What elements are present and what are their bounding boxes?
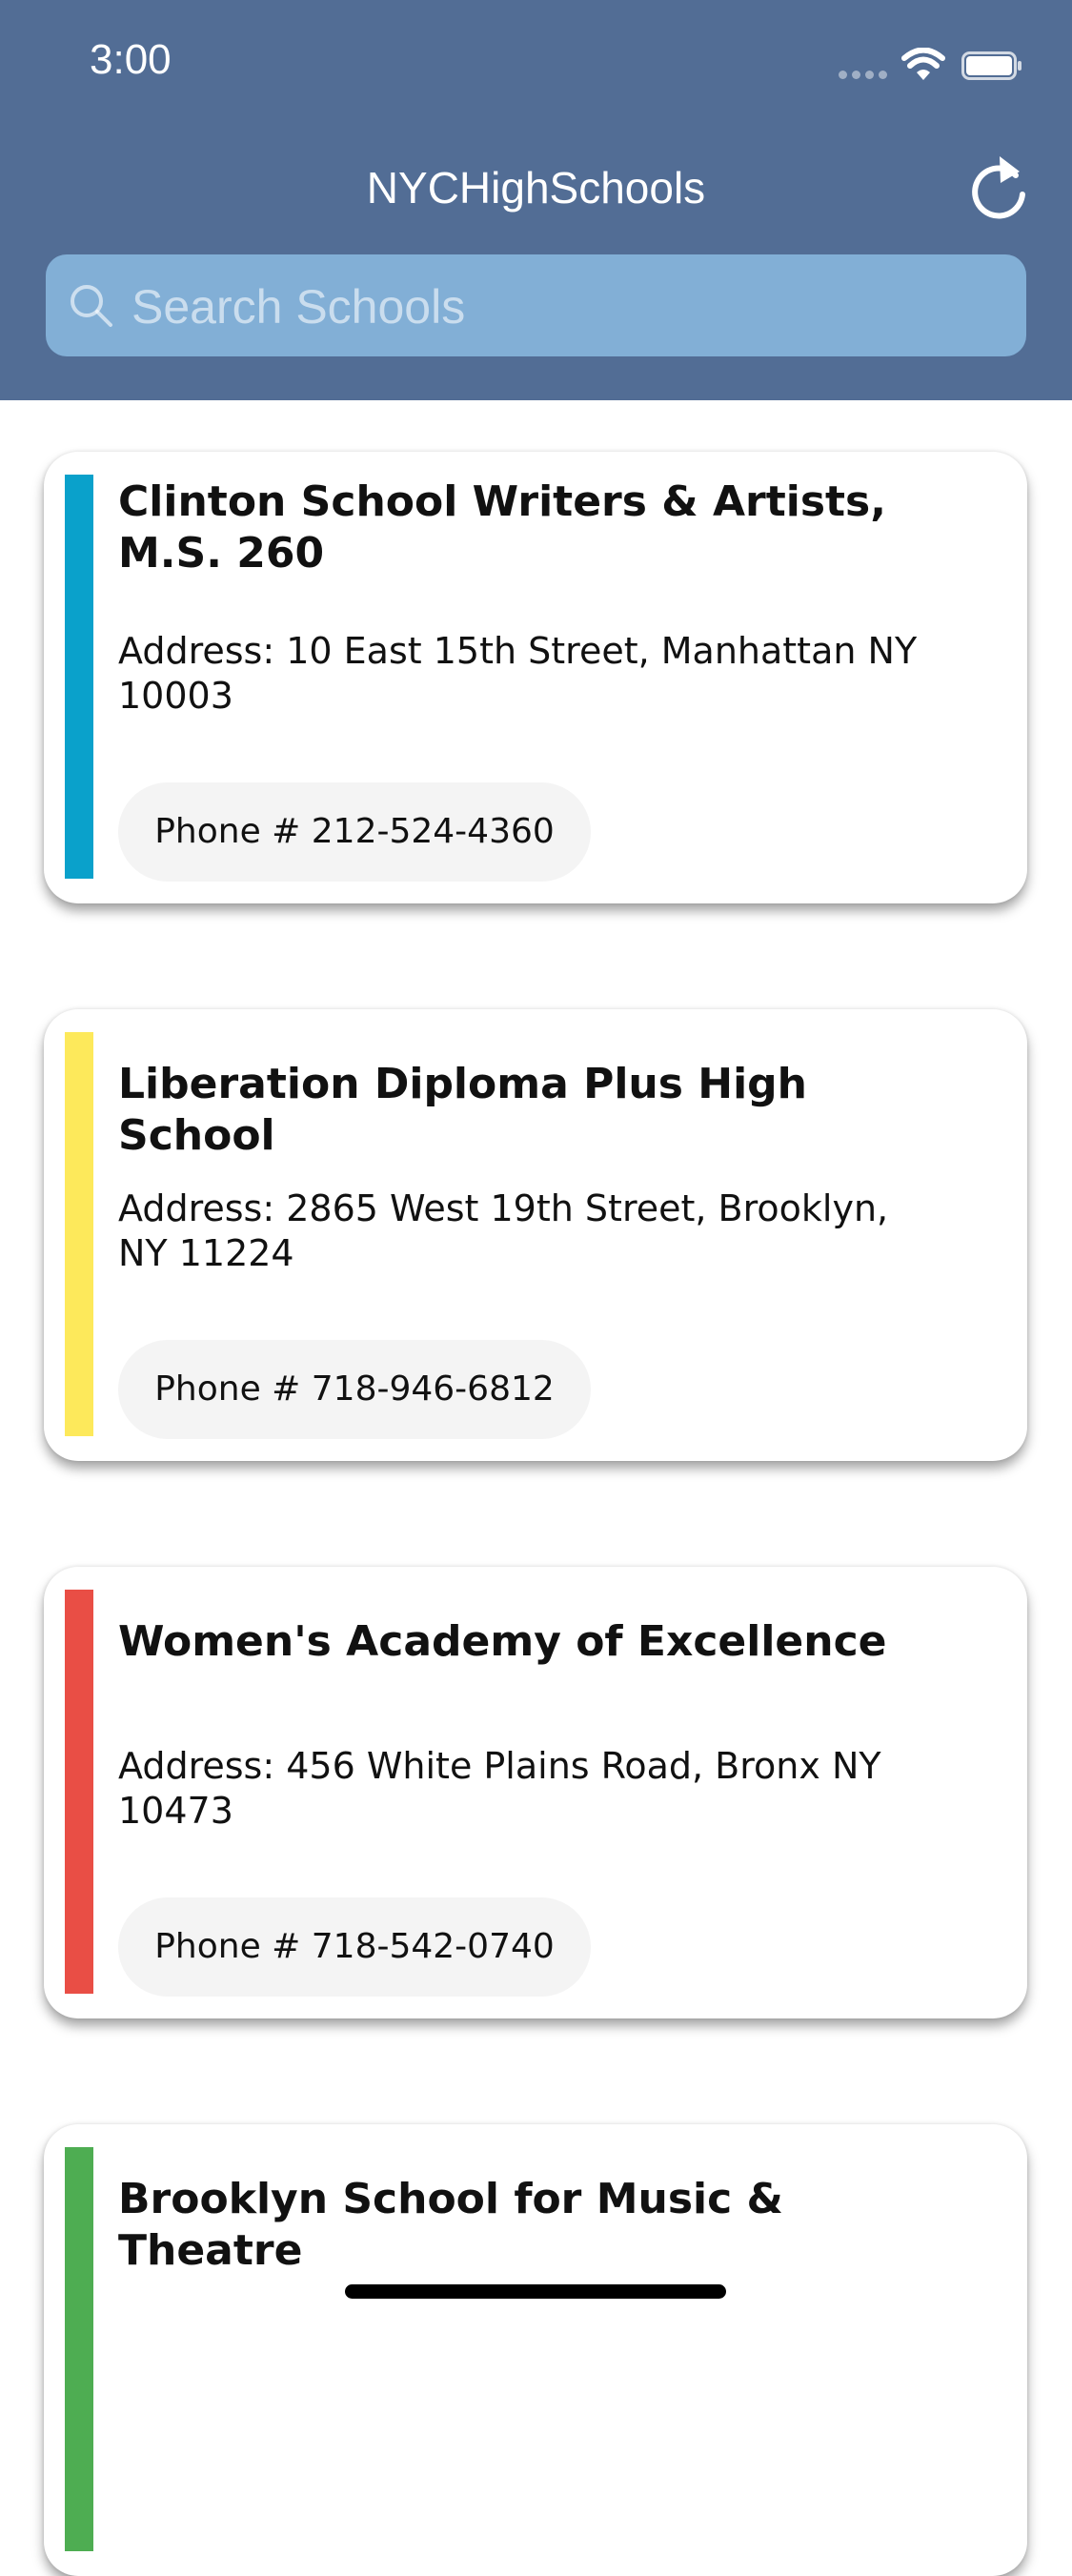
school-card[interactable]: Brooklyn School for Music & Theatre bbox=[44, 2124, 1027, 2576]
phone-button[interactable]: Phone # 718-946-6812 bbox=[118, 1340, 591, 1439]
school-card[interactable]: Women's Academy of Excellence Address: 4… bbox=[44, 1567, 1027, 2018]
refresh-icon[interactable] bbox=[968, 152, 1029, 221]
school-address: Address: 456 White Plains Road, Bronx NY… bbox=[118, 1745, 881, 1832]
card-accent-bar bbox=[65, 1032, 93, 1436]
school-name: Liberation Diploma Plus High School bbox=[118, 1060, 807, 1160]
card-accent-bar bbox=[65, 2147, 93, 2551]
page-title: NYCHighSchools bbox=[366, 163, 706, 213]
phone-button[interactable]: Phone # 212-524-4360 bbox=[118, 782, 591, 882]
school-address: Address: 2865 West 19th Street, Brooklyn… bbox=[118, 1187, 889, 1274]
status-bar-time: 3:00 bbox=[90, 36, 172, 83]
phone-button[interactable]: Phone # 718-542-0740 bbox=[118, 1897, 591, 1997]
cellular-signal-icon bbox=[839, 71, 888, 80]
home-indicator[interactable] bbox=[345, 2284, 726, 2299]
wifi-icon bbox=[901, 48, 945, 80]
school-address: Address: 10 East 15th Street, Manhattan … bbox=[118, 630, 918, 717]
school-card[interactable]: Clinton School Writers & Artists, M.S. 2… bbox=[44, 452, 1027, 903]
card-accent-bar bbox=[65, 475, 93, 879]
card-accent-bar bbox=[65, 1590, 93, 1994]
search-input[interactable] bbox=[130, 254, 1010, 358]
school-name: Women's Academy of Excellence bbox=[118, 1617, 887, 1666]
battery-icon bbox=[961, 51, 1021, 80]
school-name: Brooklyn School for Music & Theatre bbox=[118, 2175, 783, 2275]
navigation-header: 3:00 NYCHighSchools bbox=[0, 0, 1072, 400]
school-name: Clinton School Writers & Artists, M.S. 2… bbox=[118, 477, 886, 578]
search-bar[interactable] bbox=[46, 254, 1026, 358]
school-card[interactable]: Liberation Diploma Plus High School Addr… bbox=[44, 1009, 1027, 1461]
search-icon bbox=[71, 285, 112, 327]
